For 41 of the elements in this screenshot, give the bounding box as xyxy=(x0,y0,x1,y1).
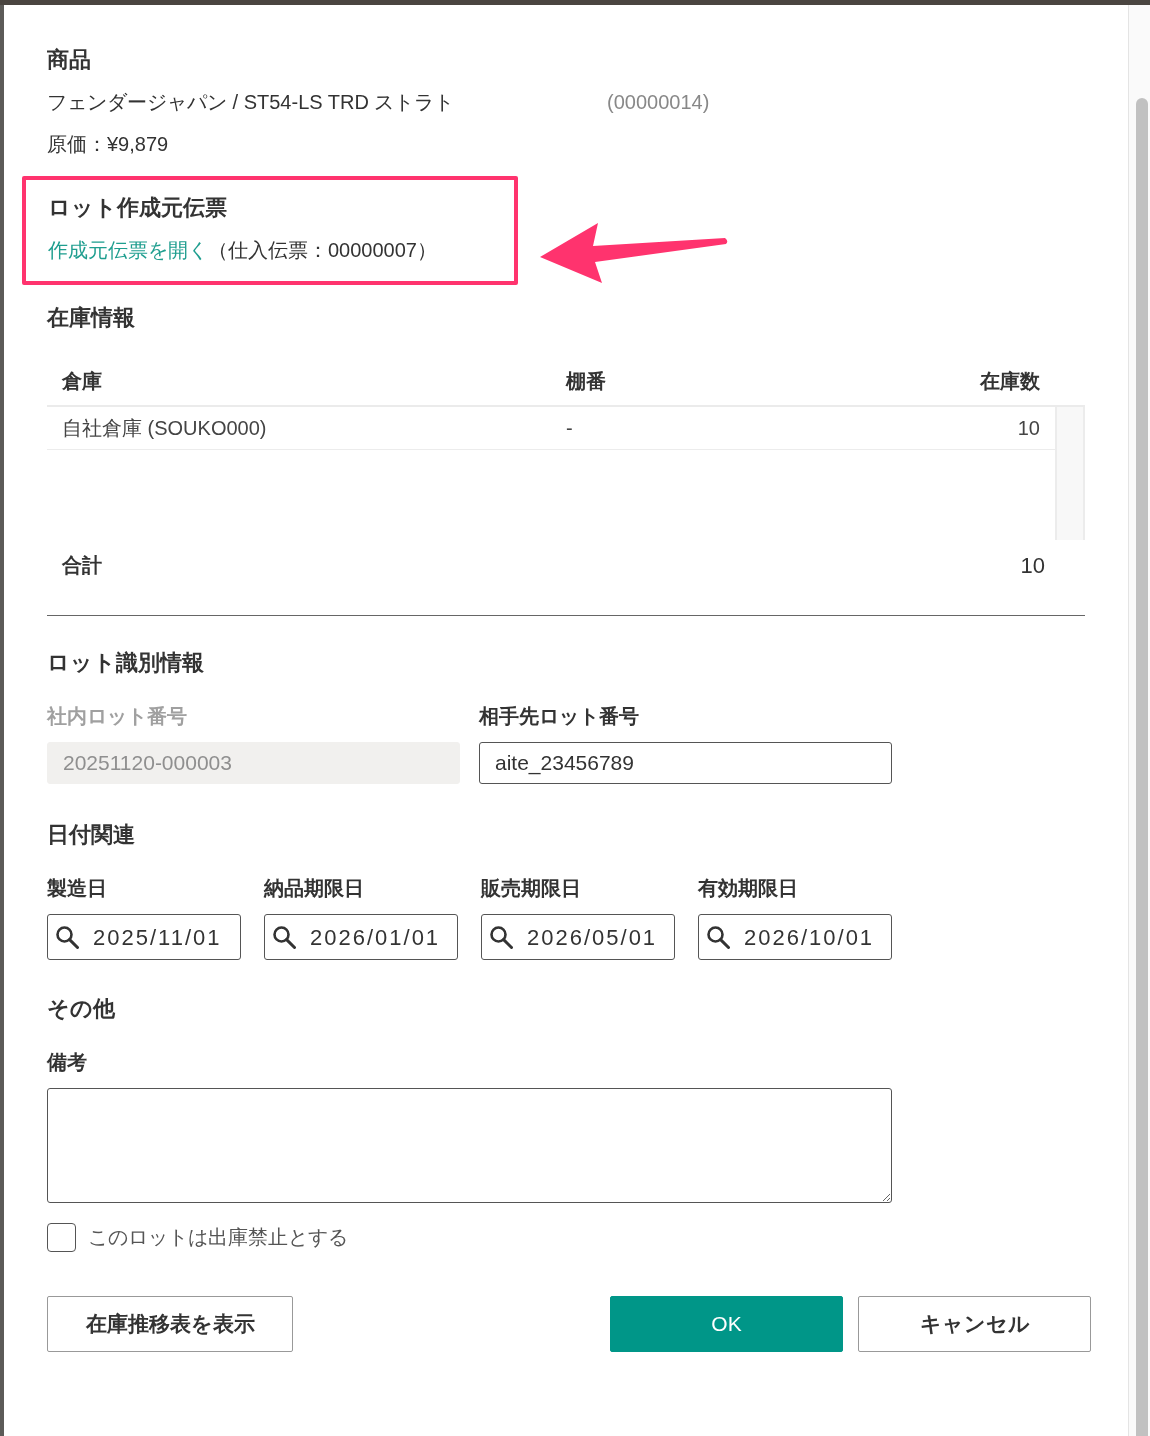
search-icon xyxy=(706,925,730,949)
date-field[interactable]: 2026/01/01 xyxy=(264,914,458,960)
field-label: 備考 xyxy=(47,1050,88,1075)
field-label: 相手先ロット番号 xyxy=(479,704,640,729)
text-field[interactable]: aite_23456789 xyxy=(479,742,892,784)
scrollbar-thumb[interactable] xyxy=(1136,98,1148,1436)
section-heading: 在庫情報 xyxy=(47,304,136,332)
product-name: フェンダージャパン / ST54-LS TRD ストラト xyxy=(47,90,456,115)
search-icon xyxy=(489,925,513,949)
field-label: 販売期限日 xyxy=(481,876,582,901)
field-label: 製造日 xyxy=(47,876,108,901)
stock-history-button[interactable]: 在庫推移表を表示 xyxy=(47,1296,293,1352)
field-label: 社内ロット番号 xyxy=(47,704,188,729)
column-header: 倉庫 xyxy=(61,369,103,394)
checkbox-label: このロットは出庫禁止とする xyxy=(88,1225,348,1250)
column-header: 棚番 xyxy=(566,369,607,394)
search-icon xyxy=(55,925,79,949)
date-field[interactable]: 2025/11/01 xyxy=(47,914,241,960)
field-label: 納品期限日 xyxy=(264,876,365,901)
section-heading: その他 xyxy=(47,995,116,1023)
table-cell-text: 10 xyxy=(1016,416,1041,441)
column-header: 在庫数 xyxy=(979,369,1041,394)
section-heading: 商品 xyxy=(47,46,92,74)
field-label: 有効期限日 xyxy=(698,876,799,901)
product-code: (00000014) xyxy=(607,90,710,115)
date-field[interactable]: 2026/10/01 xyxy=(698,914,892,960)
cancel-button[interactable]: キャンセル xyxy=(858,1296,1091,1352)
search-icon xyxy=(272,925,296,949)
cost-price: 原価：¥9,879 xyxy=(47,132,170,157)
slip-reference: （仕入伝票：00000007） xyxy=(208,239,437,261)
date-field[interactable]: 2026/05/01 xyxy=(481,914,675,960)
section-heading: ロット識別情報 xyxy=(47,649,205,677)
total-value: 10 xyxy=(1020,551,1046,580)
table-cell-text: - xyxy=(566,416,574,441)
ok-button[interactable]: OK xyxy=(610,1296,843,1352)
total-label: 合計 xyxy=(61,553,103,578)
section-heading: 日付関連 xyxy=(47,821,136,849)
checkbox[interactable] xyxy=(47,1222,76,1252)
section-heading: ロット作成元伝票 xyxy=(48,194,228,222)
remarks-field[interactable] xyxy=(47,1088,892,1203)
table-cell-text: 自社倉庫 (SOUKO000) xyxy=(61,416,268,441)
